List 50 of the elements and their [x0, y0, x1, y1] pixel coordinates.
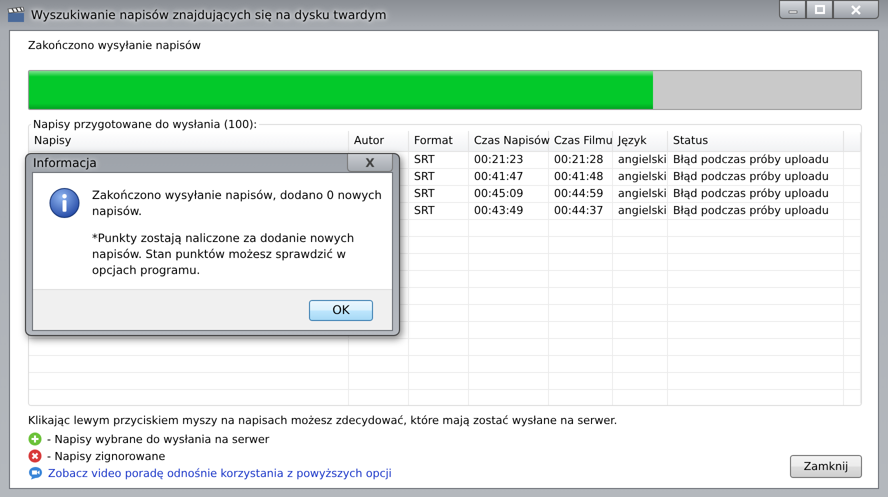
status-text: Zakończono wysyłanie napisów [28, 39, 202, 52]
table-cell: 00:21:28 [549, 152, 613, 168]
column-header[interactable]: Język [613, 131, 668, 151]
legend-text: - Napisy wybrane do wysłania na serwer [47, 432, 270, 446]
info-icon [49, 187, 80, 219]
close-window-button[interactable]: Zamknij [790, 455, 862, 478]
dialog-note: *Punkty zostają naliczone za dodanie nowych napisów. Stan punktów możesz sprawdzić w opcjach programu. [92, 230, 356, 278]
video-link[interactable]: Zobacz video poradę odnośnie korzystania z powyższych opcji [48, 466, 392, 480]
ok-button[interactable]: OK [309, 300, 373, 320]
column-header[interactable]: Autor [349, 131, 409, 151]
table-cell: angielski [613, 152, 668, 168]
table-cell: SRT [409, 169, 469, 185]
column-header[interactable]: Czas Napisów [469, 131, 549, 151]
close-button[interactable] [833, 0, 879, 19]
table-cell: 00:41:47 [469, 169, 549, 185]
maximize-icon [814, 5, 824, 14]
column-header[interactable]: Status [668, 131, 844, 151]
window-title: Wyszukiwanie napisów znajdujących się na dysku twardym [31, 8, 386, 22]
minimize-button[interactable] [779, 0, 806, 19]
column-header[interactable]: Czas Filmu [549, 131, 613, 151]
table-cell: 00:41:48 [549, 169, 613, 185]
cross-icon [28, 449, 42, 463]
table-cell: Błąd podczas próby uploadu [668, 203, 844, 219]
table-cell: Błąd podczas próby uploadu [668, 152, 844, 168]
clapperboard-icon [7, 7, 25, 23]
dialog-message: Zakończono wysyłanie napisów, dodano 0 nowych napisów. [92, 187, 382, 219]
table-cell: 00:44:37 [549, 203, 613, 219]
table-cell: angielski [613, 169, 668, 185]
table-cell: Błąd podczas próby uploadu [668, 186, 844, 202]
table-cell: 00:44:59 [549, 186, 613, 202]
maximize-button[interactable] [806, 0, 833, 19]
table-cell: SRT [409, 203, 469, 219]
table-cell: angielski [613, 203, 668, 219]
table-cell: SRT [409, 186, 469, 202]
table-cell: 00:43:49 [469, 203, 549, 219]
table-cell: Błąd podczas próby uploadu [668, 169, 844, 185]
dialog-close-button[interactable]: X [347, 154, 393, 172]
close-icon [850, 4, 862, 14]
plus-icon [28, 432, 42, 446]
table-cell: angielski [613, 186, 668, 202]
legend-text: - Napisy zignorowane [47, 450, 166, 462]
column-header[interactable]: Format [409, 131, 469, 151]
table-cell: 00:21:23 [469, 152, 549, 168]
video-bubble-icon [28, 466, 43, 480]
table-cell: SRT [409, 152, 469, 168]
column-header[interactable]: Napisy [29, 131, 349, 151]
dialog-title: Informacja [33, 156, 97, 170]
table-cell: 00:45:09 [469, 186, 549, 202]
hint-text: Klikając lewym przyciskiem myszy na napisach możesz zdecydować, które mają zostać wysłane na serwer. [28, 414, 618, 427]
group-title: Napisy przygotowane do wysłania (100): [32, 119, 258, 131]
